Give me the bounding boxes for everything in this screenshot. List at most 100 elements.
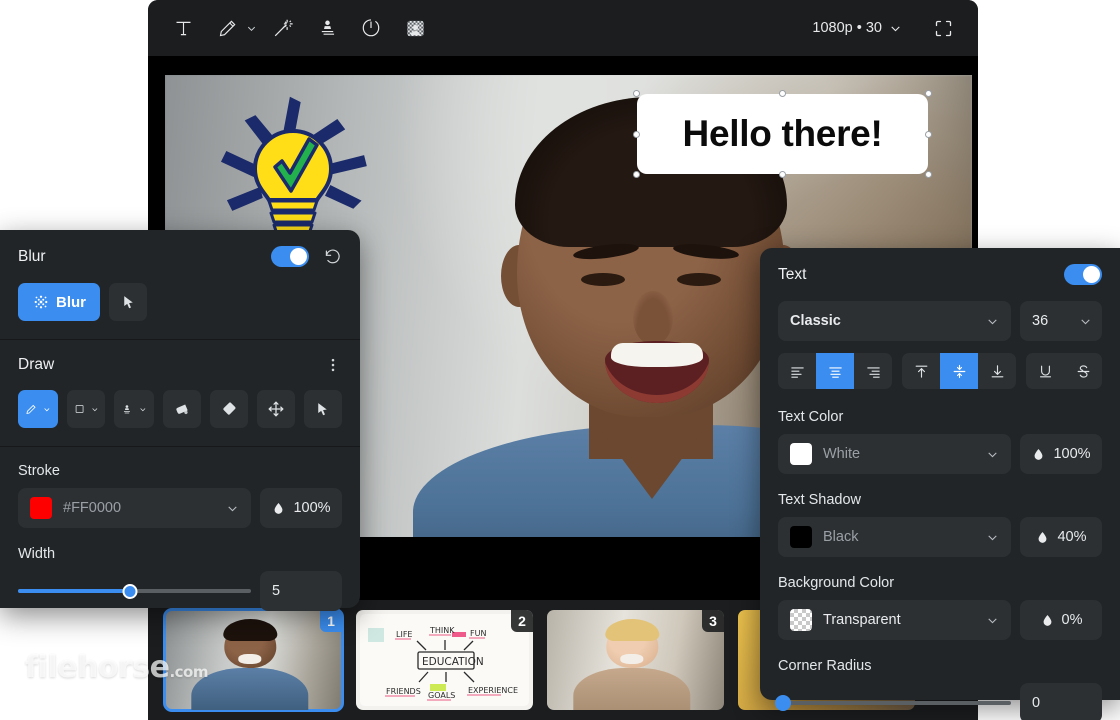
- blur-reset-button[interactable]: [323, 247, 342, 266]
- resize-handle-n[interactable]: [779, 90, 786, 97]
- stroke-row: #FF0000 100%: [18, 488, 342, 528]
- text-color-swatch: [790, 443, 812, 465]
- thumbnail-number: 3: [702, 610, 724, 632]
- underline-icon: [1037, 363, 1054, 380]
- resize-handle-ne[interactable]: [925, 90, 932, 97]
- stamp-icon: [121, 401, 133, 418]
- svg-text:EDUCATION: EDUCATION: [422, 656, 484, 668]
- select-tool-button[interactable]: [304, 390, 342, 428]
- font-family-select[interactable]: Classic: [778, 301, 1011, 341]
- text-shadow-value: Black: [823, 529, 975, 545]
- blur-select-button[interactable]: [109, 283, 147, 321]
- move-tool-button[interactable]: [257, 390, 295, 428]
- align-bottom-button[interactable]: [978, 353, 1016, 389]
- text-color-opacity-field[interactable]: 100%: [1020, 434, 1102, 474]
- fullscreen-button[interactable]: [924, 9, 962, 47]
- font-family-value: Classic: [790, 313, 975, 329]
- width-slider[interactable]: [18, 582, 251, 600]
- pencil-tool-button[interactable]: [18, 390, 58, 428]
- strikethrough-icon: [1075, 363, 1092, 380]
- chevron-down-icon: [246, 23, 257, 34]
- align-right-button[interactable]: [854, 353, 892, 389]
- cursor-arrow-icon: [314, 401, 331, 418]
- chevron-down-icon: [1079, 315, 1092, 328]
- draw-section: Draw: [0, 340, 360, 446]
- shape-tool-button[interactable]: [67, 390, 106, 428]
- stroke-opacity-field[interactable]: 100%: [260, 488, 342, 528]
- background-color-opacity-value: 0%: [1062, 612, 1083, 628]
- chevron-down-icon: [91, 404, 99, 415]
- resize-handle-s[interactable]: [779, 171, 786, 178]
- font-size-select[interactable]: 36: [1020, 301, 1102, 341]
- text-color-select[interactable]: White: [778, 434, 1011, 474]
- text-color-row: White 100%: [778, 434, 1102, 474]
- chevron-down-icon: [226, 502, 239, 515]
- align-center-button[interactable]: [816, 353, 854, 389]
- background-color-label: Background Color: [778, 575, 1102, 591]
- text-toggle[interactable]: [1064, 264, 1102, 285]
- slider-knob[interactable]: [775, 695, 791, 711]
- stroke-color-swatch: [30, 497, 52, 519]
- draw-header: Draw: [18, 356, 342, 374]
- align-left-button[interactable]: [778, 353, 816, 389]
- pen-dropdown-caret[interactable]: [244, 9, 258, 47]
- resolution-label: 1080p • 30: [812, 20, 882, 36]
- watermark-name: filehorse: [25, 650, 169, 685]
- align-middle-icon: [951, 363, 968, 380]
- resolution-select[interactable]: 1080p • 30: [804, 14, 910, 42]
- align-top-button[interactable]: [902, 353, 940, 389]
- underline-button[interactable]: [1026, 353, 1064, 389]
- thumbnail-item[interactable]: 3: [547, 610, 724, 710]
- resize-handle-sw[interactable]: [633, 171, 640, 178]
- width-value-field[interactable]: 5: [260, 571, 342, 611]
- text-shadow-opacity-field[interactable]: 40%: [1020, 517, 1102, 557]
- text-shadow-row: Black 40%: [778, 517, 1102, 557]
- stamp-tool-button[interactable]: [114, 390, 154, 428]
- align-middle-button[interactable]: [940, 353, 978, 389]
- draw-more-button[interactable]: [324, 356, 342, 374]
- pen-tool-button[interactable]: [208, 9, 246, 47]
- resize-handle-se[interactable]: [925, 171, 932, 178]
- background-color-select[interactable]: Transparent: [778, 600, 1011, 640]
- stroke-label: Stroke: [18, 463, 342, 479]
- eraser-tool-button[interactable]: [210, 390, 248, 428]
- blur-toggle[interactable]: [271, 246, 309, 267]
- svg-text:THINK: THINK: [429, 626, 455, 635]
- background-color-swatch: [790, 609, 812, 631]
- thumbnail-item[interactable]: EDUCATION LIFE THINK FUN FRIENDS GOALS E…: [356, 610, 533, 710]
- slider-knob[interactable]: [122, 584, 137, 599]
- stamp-tool-button[interactable]: [308, 9, 346, 47]
- tool-group-text: [164, 9, 202, 47]
- magic-wand-tool-button[interactable]: [264, 9, 302, 47]
- blur-section: Blur: [0, 230, 360, 339]
- stroke-color-select[interactable]: #FF0000: [18, 488, 251, 528]
- tool-group-stamp: [308, 9, 346, 47]
- corner-radius-slider[interactable]: [778, 694, 1011, 712]
- text-shadow-select[interactable]: Black: [778, 517, 1011, 557]
- strikethrough-button[interactable]: [1064, 353, 1102, 389]
- text-shadow-opacity-value: 40%: [1057, 529, 1086, 545]
- stroke-opacity-value: 100%: [293, 500, 330, 516]
- blur-button[interactable]: Blur: [18, 283, 100, 321]
- slider-track: [778, 701, 1011, 705]
- magic-wand-icon: [272, 17, 294, 39]
- caption-text: Hello there!: [683, 113, 883, 155]
- corner-radius-value-field[interactable]: 0: [1020, 683, 1102, 720]
- fill-tool-button[interactable]: [163, 390, 201, 428]
- timer-tool-button[interactable]: [352, 9, 390, 47]
- chevron-down-icon: [889, 22, 902, 35]
- paint-bucket-icon: [173, 400, 191, 418]
- background-tool-button[interactable]: [396, 9, 434, 47]
- background-color-opacity-field[interactable]: 0%: [1020, 600, 1102, 640]
- caption-text-box[interactable]: Hello there!: [637, 94, 928, 174]
- stroke-section: Stroke #FF0000 100% Width: [0, 447, 360, 629]
- text-tool-button[interactable]: [164, 9, 202, 47]
- resize-handle-nw[interactable]: [633, 90, 640, 97]
- droplet-icon: [1031, 447, 1046, 462]
- resize-handle-e[interactable]: [925, 131, 932, 138]
- resize-handle-w[interactable]: [633, 131, 640, 138]
- text-shadow-swatch: [790, 526, 812, 548]
- background-color-row: Transparent 0%: [778, 600, 1102, 640]
- droplet-icon: [271, 501, 286, 516]
- reset-icon: [323, 247, 342, 266]
